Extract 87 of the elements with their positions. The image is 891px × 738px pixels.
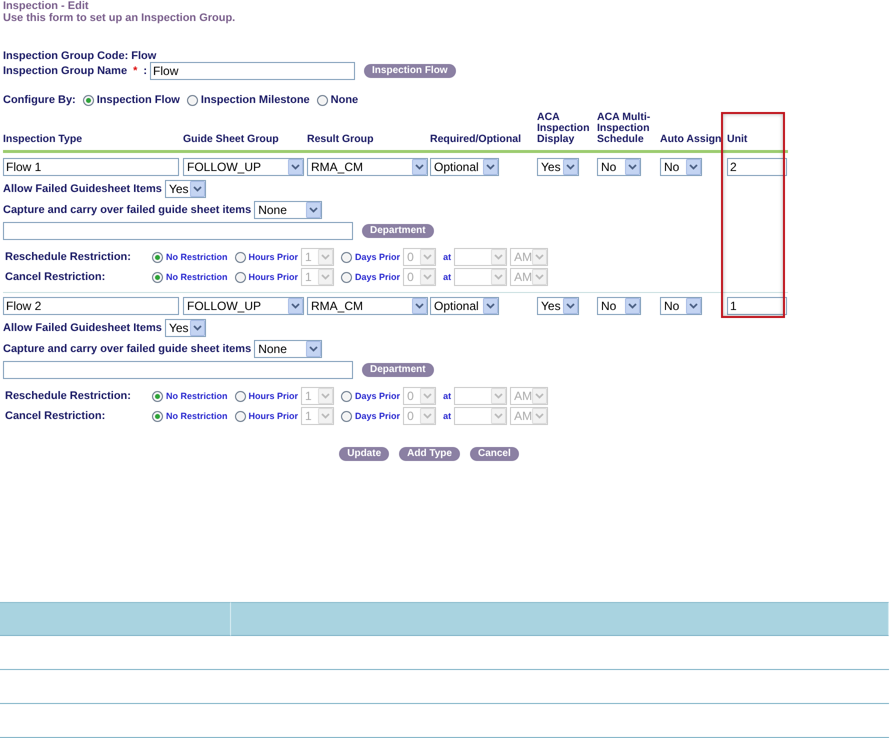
radio-label: Hours Prior	[248, 272, 298, 282]
radio-label: No Restriction	[166, 411, 228, 421]
department-button[interactable]: Department	[362, 363, 434, 377]
capture-label: Capture and carry over failed guide sheet items	[3, 204, 252, 216]
radio-button[interactable]	[186, 94, 198, 106]
required-select[interactable]: Optional	[430, 158, 499, 176]
radio-button[interactable]	[234, 390, 246, 402]
radio-label: No Restriction	[166, 272, 228, 282]
action-button[interactable]: Update	[339, 447, 390, 461]
allow-failed-label: Allow Failed Guidesheet Items	[3, 183, 162, 195]
at-label: at	[443, 411, 452, 421]
column-header: ACA Inspection Display	[537, 112, 591, 147]
inspection-flow-button[interactable]: Inspection Flow	[364, 64, 456, 78]
radio-label: Hours Prior	[248, 411, 298, 421]
radio-label: Inspection Flow	[96, 94, 180, 106]
group-code: Flow	[131, 50, 156, 62]
unit-field[interactable]: 2	[727, 158, 787, 176]
unit-field[interactable]: 1	[727, 297, 787, 315]
restriction-label: Reschedule Restriction:	[5, 251, 132, 263]
radio-label: Hours Prior	[248, 252, 298, 262]
department-button[interactable]: Department	[362, 224, 434, 238]
page-title: Inspection - Edit	[3, 0, 90, 12]
radio-button[interactable]	[234, 252, 246, 262]
allow-failed-label: Allow Failed Guidesheet Items	[3, 322, 162, 334]
radio-button[interactable]	[341, 410, 352, 422]
required-select[interactable]: Optional	[430, 297, 499, 315]
radio-label: No Restriction	[166, 252, 228, 262]
result-group-select[interactable]: RMA_CM	[307, 297, 428, 315]
restriction-label: Cancel Restriction:	[5, 410, 106, 422]
radio-button[interactable]	[152, 252, 163, 262]
radio-label: Days Prior	[355, 411, 400, 421]
capture-label: Capture and carry over failed guide sheet items	[3, 343, 252, 355]
configure-label: Configure By:	[3, 94, 76, 106]
aca-display-select[interactable]: Yes	[537, 158, 579, 176]
column-header: Result Group	[307, 134, 375, 147]
radio-button[interactable]	[341, 272, 352, 282]
radio-label: Days Prior	[355, 391, 400, 401]
inspection-type-field[interactable]: Flow 1	[3, 158, 179, 176]
result-group-select[interactable]: RMA_CM	[307, 158, 428, 176]
radio-label: Days Prior	[355, 252, 400, 262]
radio-button[interactable]	[152, 390, 163, 402]
action-button[interactable]: Cancel	[470, 447, 519, 461]
column-header: Guide Sheet Group	[183, 134, 280, 147]
radio-label: Days Prior	[355, 272, 400, 282]
page-subtitle: Use this form to set up an Inspection Group.	[3, 12, 236, 24]
department-field[interactable]	[3, 361, 353, 379]
radio-label: No Restriction	[166, 391, 228, 401]
radio-button[interactable]	[341, 390, 352, 402]
group-name-field[interactable]: Flow	[150, 62, 356, 80]
required-mark: *	[133, 65, 138, 77]
radio-button[interactable]	[234, 272, 246, 282]
guide-sheet-group-select[interactable]: FOLLOW_UP	[183, 158, 304, 176]
radio-button[interactable]	[341, 252, 352, 262]
radio-button[interactable]	[152, 410, 163, 422]
radio-button[interactable]	[234, 410, 246, 422]
group-code-label: Inspection Group Code:	[3, 50, 128, 62]
radio-button[interactable]	[82, 94, 94, 106]
radio-button[interactable]	[316, 94, 328, 106]
inspection-type-field[interactable]: Flow 2	[3, 297, 179, 315]
capture-select[interactable]: None	[254, 201, 322, 219]
colon: :	[143, 65, 148, 77]
at-label: at	[443, 272, 452, 282]
auto-assign-select[interactable]: No	[660, 297, 702, 315]
column-header: Auto Assign	[660, 134, 722, 147]
group-name-label: Inspection Group Name	[3, 65, 128, 77]
column-header: ACA Multi-Inspection Schedule	[597, 112, 652, 147]
department-field[interactable]	[3, 222, 353, 240]
aca-display-select[interactable]: Yes	[537, 297, 579, 315]
allow-failed-select[interactable]: Yes	[164, 180, 206, 198]
aca-multi-select[interactable]: No	[597, 297, 641, 315]
at-label: at	[443, 252, 452, 262]
capture-select[interactable]: None	[254, 340, 322, 358]
auto-assign-select[interactable]: No	[660, 158, 702, 176]
radio-label: None	[330, 94, 358, 106]
allow-failed-select[interactable]: Yes	[164, 319, 206, 337]
guide-sheet-group-select[interactable]: FOLLOW_UP	[183, 297, 304, 315]
restriction-label: Reschedule Restriction:	[5, 390, 132, 402]
radio-label: Hours Prior	[248, 391, 298, 401]
action-button[interactable]: Add Type	[399, 447, 460, 461]
column-header: Unit	[727, 134, 748, 147]
column-header: Required/Optional	[430, 134, 522, 147]
restriction-label: Cancel Restriction:	[5, 271, 106, 283]
aca-multi-select[interactable]: No	[597, 158, 641, 176]
radio-label: Inspection Milestone	[200, 94, 310, 106]
column-header: Inspection Type	[3, 134, 84, 147]
at-label: at	[443, 391, 452, 401]
radio-button[interactable]	[152, 272, 163, 282]
